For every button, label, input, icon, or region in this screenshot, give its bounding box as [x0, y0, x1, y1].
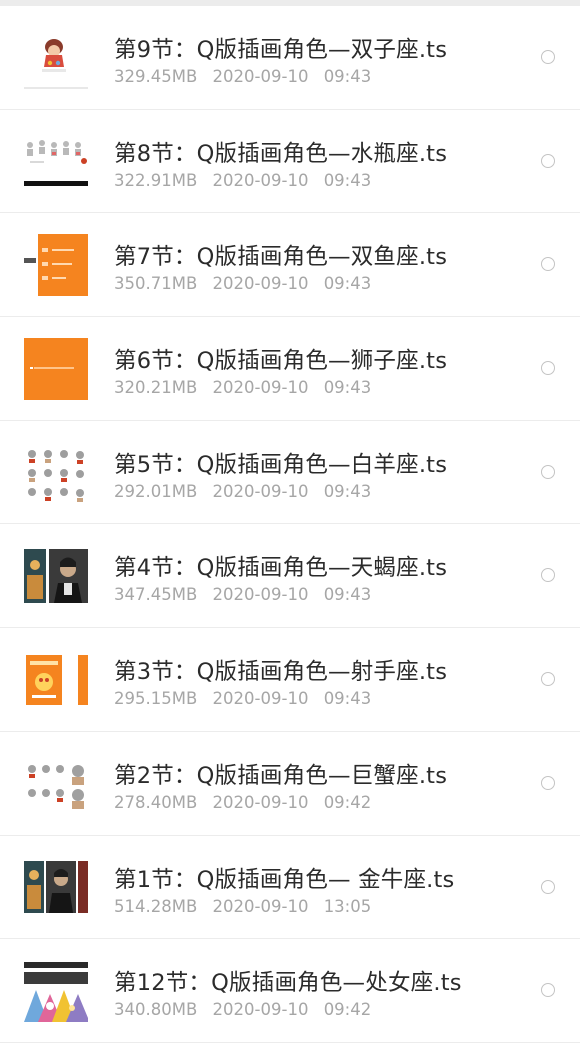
file-date: 2020-09-10	[212, 896, 309, 916]
file-name: 第6节：Q版插画角色—狮子座.ts	[114, 348, 448, 375]
file-date: 2020-09-10	[212, 585, 309, 605]
file-name: 第7节：Q版插画角色—双鱼座.ts	[114, 244, 448, 271]
file-name: 第3节：Q版插画角色—射手座.ts	[114, 659, 448, 686]
file-name: 第1节：Q版插画角色— 金牛座.ts	[114, 866, 455, 893]
colorful-triangles-thumbnail-icon	[24, 960, 88, 1023]
orange-slide-list-thumbnail-icon	[24, 234, 88, 297]
file-date: 2020-09-10	[212, 170, 309, 190]
file-size: 278.40MB	[114, 792, 198, 812]
file-name: 第2节：Q版插画角色—巨蟹座.ts	[114, 762, 448, 789]
file-time: 09:43	[323, 689, 372, 709]
file-size: 322.91MB	[114, 170, 198, 190]
file-size: 514.28MB	[114, 896, 198, 916]
sticker-sheet-thumbnail-icon	[24, 130, 88, 193]
file-row[interactable]: 第1节：Q版插画角色— 金牛座.ts 514.28MB 2020-09-10 1…	[0, 835, 580, 940]
file-size: 295.15MB	[114, 689, 198, 709]
file-meta: 322.91MB 2020-09-10 09:43	[114, 171, 371, 190]
file-meta: 278.40MB 2020-09-10 09:42	[114, 793, 371, 812]
file-row[interactable]: 第5节：Q版插画角色—白羊座.ts 292.01MB 2020-09-10 09…	[0, 420, 580, 525]
file-meta: 329.45MB 2020-09-10 09:43	[114, 67, 371, 86]
file-date: 2020-09-10	[212, 792, 309, 812]
file-row[interactable]: 第2节：Q版插画角色—巨蟹座.ts 278.40MB 2020-09-10 09…	[0, 731, 580, 836]
file-meta: 295.15MB 2020-09-10 09:43	[114, 689, 371, 708]
file-size: 340.80MB	[114, 1000, 198, 1020]
file-row[interactable]: 第6节：Q版插画角色—狮子座.ts 320.21MB 2020-09-10 09…	[0, 317, 580, 421]
orange-slide-thumbnail-icon	[24, 338, 88, 401]
file-date: 2020-09-10	[212, 67, 309, 86]
select-radio[interactable]	[541, 464, 555, 479]
file-size: 329.45MB	[114, 67, 198, 86]
file-date: 2020-09-10	[212, 1000, 309, 1020]
file-name: 第5节：Q版插画角色—白羊座.ts	[114, 451, 448, 478]
file-row[interactable]: 第8节：Q版插画角色—水瓶座.ts 322.91MB 2020-09-10 09…	[0, 109, 580, 214]
select-radio[interactable]	[541, 672, 555, 687]
file-meta: 320.21MB 2020-09-10 09:43	[114, 378, 371, 397]
cartoon-doll-thumbnail-icon	[24, 27, 88, 89]
file-time: 09:43	[323, 585, 372, 605]
file-row[interactable]: 第7节：Q版插画角色—双鱼座.ts 350.71MB 2020-09-10 09…	[0, 213, 580, 318]
select-radio[interactable]	[541, 50, 555, 64]
file-date: 2020-09-10	[212, 274, 309, 294]
file-size: 320.21MB	[114, 378, 198, 398]
file-row[interactable]: 第3节：Q版插画角色—射手座.ts 295.15MB 2020-09-10 09…	[0, 628, 580, 732]
file-time: 09:43	[323, 170, 372, 190]
file-time: 09:43	[323, 274, 372, 294]
file-list: 第9节：Q版插画角色—双子座.ts 329.45MB 2020-09-10 09…	[0, 6, 580, 1043]
select-radio[interactable]	[541, 983, 555, 998]
select-radio[interactable]	[541, 879, 555, 894]
file-size: 292.01MB	[114, 481, 198, 501]
sticker-sheet-thumbnail-icon	[24, 752, 88, 815]
file-time: 09:43	[323, 378, 372, 398]
file-time: 13:05	[323, 896, 372, 916]
file-row[interactable]: 第4节：Q版插画角色—天蝎座.ts 347.45MB 2020-09-10 09…	[0, 524, 580, 629]
file-name: 第9节：Q版插画角色—双子座.ts	[114, 37, 448, 63]
file-name: 第12节：Q版插画角色—处女座.ts	[114, 970, 462, 997]
file-meta: 292.01MB 2020-09-10 09:43	[114, 482, 371, 501]
file-time: 09:42	[323, 1000, 372, 1020]
select-radio[interactable]	[541, 361, 555, 376]
portrait-photo-thumbnail-icon	[24, 856, 88, 919]
file-meta: 514.28MB 2020-09-10 13:05	[114, 897, 371, 916]
file-time: 09:42	[323, 792, 372, 812]
file-meta: 350.71MB 2020-09-10 09:43	[114, 274, 371, 293]
file-date: 2020-09-10	[212, 689, 309, 709]
file-name: 第4节：Q版插画角色—天蝎座.ts	[114, 555, 448, 582]
select-radio[interactable]	[541, 775, 555, 790]
file-row[interactable]: 第12节：Q版插画角色—处女座.ts 340.80MB 2020-09-10 0…	[0, 939, 580, 1043]
file-meta: 347.45MB 2020-09-10 09:43	[114, 585, 371, 604]
file-date: 2020-09-10	[212, 378, 309, 398]
file-name: 第8节：Q版插画角色—水瓶座.ts	[114, 140, 448, 167]
file-date: 2020-09-10	[212, 481, 309, 501]
sticker-sheet-thumbnail-icon	[24, 441, 88, 504]
select-radio[interactable]	[541, 568, 555, 583]
file-row[interactable]: 第9节：Q版插画角色—双子座.ts 329.45MB 2020-09-10 09…	[0, 6, 580, 110]
file-time: 09:43	[323, 481, 372, 501]
file-meta: 340.80MB 2020-09-10 09:42	[114, 1000, 371, 1019]
file-time: 09:43	[323, 67, 372, 86]
orange-poster-thumbnail-icon	[24, 649, 88, 712]
portrait-photo-thumbnail-icon	[24, 545, 88, 608]
select-radio[interactable]	[541, 153, 555, 168]
file-size: 347.45MB	[114, 585, 198, 605]
select-radio[interactable]	[541, 257, 555, 272]
file-size: 350.71MB	[114, 274, 198, 294]
